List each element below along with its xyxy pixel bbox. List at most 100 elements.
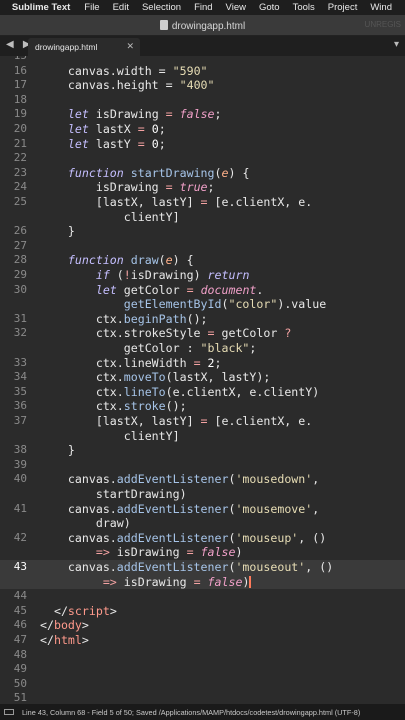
code-token: ctx. <box>40 384 124 399</box>
code-token: ? <box>284 326 292 341</box>
code-token: ( <box>214 165 222 180</box>
menu-find[interactable]: Find <box>194 2 212 13</box>
code-token: = <box>186 282 194 297</box>
code-line[interactable]: </script> <box>40 604 117 619</box>
code-line[interactable]: ctx.lineTo(e.clientX, e.clientY) <box>40 385 319 400</box>
code-line[interactable]: let isDrawing = false; <box>40 107 222 122</box>
code-line[interactable]: [lastX, lastY] = [e.clientX, e. <box>40 195 312 210</box>
code-line[interactable]: canvas.height = "400" <box>40 78 215 93</box>
code-token: return <box>207 268 250 282</box>
code-editor[interactable]: 1516171819202122232425262728293031323334… <box>0 56 405 704</box>
code-token: isDrawing <box>88 107 166 122</box>
menu-project[interactable]: Project <box>328 2 358 13</box>
code-token: = <box>137 136 145 151</box>
code-line[interactable]: ctx.beginPath(); <box>40 312 208 327</box>
panel-toggle-icon[interactable] <box>4 709 14 715</box>
code-token: "400" <box>179 78 215 93</box>
code-line[interactable]: </html> <box>40 633 89 648</box>
code-token: (lastX, lastY); <box>165 370 271 385</box>
app-menu[interactable]: Sublime Text <box>12 2 70 13</box>
code-line[interactable]: isDrawing = true; <box>40 180 215 195</box>
menu-bar: Sublime Text File Edit Selection Find Vi… <box>0 0 405 15</box>
code-token: false <box>200 545 236 560</box>
code-line[interactable]: function startDrawing(e) { <box>40 165 250 181</box>
code-line[interactable]: ctx.strokeStyle = getColor ? <box>40 326 291 341</box>
menu-file[interactable]: File <box>84 2 99 13</box>
code-token: 0 <box>151 122 159 136</box>
code-line[interactable]: </body> <box>40 618 89 633</box>
line-number: 24 <box>13 180 27 194</box>
code-line[interactable]: => isDrawing = false) <box>40 545 243 560</box>
line-number: 21 <box>13 136 27 150</box>
code-line[interactable]: } <box>40 224 75 239</box>
code-line[interactable]: draw) <box>40 516 131 531</box>
code-token: "black" <box>200 341 250 355</box>
close-tab-icon[interactable]: ✕ <box>126 41 134 52</box>
code-line[interactable]: getElementById("color").value <box>40 297 326 312</box>
code-line[interactable]: => isDrawing = false) <box>40 575 251 590</box>
code-token: canvas.width = <box>40 63 173 78</box>
menu-goto[interactable]: Goto <box>259 2 280 13</box>
code-token: canvas. <box>40 501 117 516</box>
code-token: isDrawing <box>40 180 166 195</box>
line-number: 40 <box>13 472 27 486</box>
code-line[interactable]: canvas.addEventListener('mousedown', <box>40 472 319 487</box>
code-token: ) <box>235 545 243 560</box>
code-token: 'mousemove' <box>235 501 313 516</box>
code-token: false <box>179 107 215 122</box>
code-line[interactable]: [lastX, lastY] = [e.clientX, e. <box>40 414 312 429</box>
code-token: ) { <box>228 165 250 180</box>
code-line[interactable]: canvas.width = "590" <box>40 64 208 79</box>
code-line[interactable]: ctx.lineWidth = 2; <box>40 356 222 371</box>
code-token: [lastX, lastY] <box>40 195 201 209</box>
code-line[interactable]: canvas.addEventListener('mousemove', <box>40 502 319 517</box>
tab-overflow-icon[interactable]: ▾ <box>394 39 399 50</box>
code-line[interactable]: canvas.addEventListener('mouseup', () <box>40 531 326 546</box>
code-token: "590" <box>172 63 208 78</box>
code-token: = <box>193 574 201 589</box>
code-line[interactable]: startDrawing) <box>40 487 187 502</box>
code-line[interactable]: if (!isDrawing) return <box>40 268 250 283</box>
code-line[interactable]: } <box>40 443 75 458</box>
menu-window[interactable]: Wind <box>370 2 392 13</box>
code-token: = <box>193 355 201 370</box>
code-token: ) { <box>172 253 194 268</box>
line-number: 27 <box>13 238 27 252</box>
code-line[interactable]: function draw(e) { <box>40 253 194 268</box>
menu-selection[interactable]: Selection <box>142 2 181 13</box>
code-token: , () <box>305 560 334 574</box>
code-token: ; <box>158 136 166 151</box>
code-line[interactable]: ctx.stroke(); <box>40 399 187 414</box>
menu-edit[interactable]: Edit <box>113 2 129 13</box>
code-token: "color" <box>228 297 278 312</box>
code-token: beginPath <box>123 311 187 326</box>
tab-drowingapp[interactable]: drowingapp.html ✕ <box>28 38 140 56</box>
code-line[interactable]: let lastX = 0; <box>40 122 166 137</box>
code-line[interactable]: getColor : "black"; <box>40 341 257 356</box>
code-token: canvas. <box>40 472 117 487</box>
code-area[interactable]: canvas.width = "590" canvas.height = "40… <box>40 56 405 704</box>
code-token: ctx.lineWidth <box>40 355 194 370</box>
code-line[interactable]: canvas.addEventListener('mouseout', () <box>40 560 333 575</box>
line-number: 23 <box>13 165 27 179</box>
line-number: 28 <box>13 253 27 267</box>
code-line[interactable]: clientY] <box>40 210 180 225</box>
code-token: 'mouseout' <box>235 560 306 574</box>
line-number: 36 <box>13 399 27 413</box>
line-number: 39 <box>13 457 27 471</box>
code-token: ctx.strokeStyle <box>40 326 208 341</box>
code-line[interactable]: clientY] <box>40 429 180 444</box>
code-token: ctx. <box>40 399 124 414</box>
code-line[interactable]: let getColor = document. <box>40 282 264 298</box>
code-token: isDrawing <box>116 574 194 589</box>
code-token: ctx. <box>40 370 124 385</box>
menu-tools[interactable]: Tools <box>293 2 315 13</box>
code-line[interactable]: ctx.moveTo(lastX, lastY); <box>40 370 271 385</box>
code-token: ) <box>242 574 250 589</box>
status-text: Line 43, Column 68 - Field 5 of 50; Save… <box>22 708 361 717</box>
code-line[interactable]: let lastY = 0; <box>40 137 166 152</box>
menu-view[interactable]: View <box>226 2 246 13</box>
